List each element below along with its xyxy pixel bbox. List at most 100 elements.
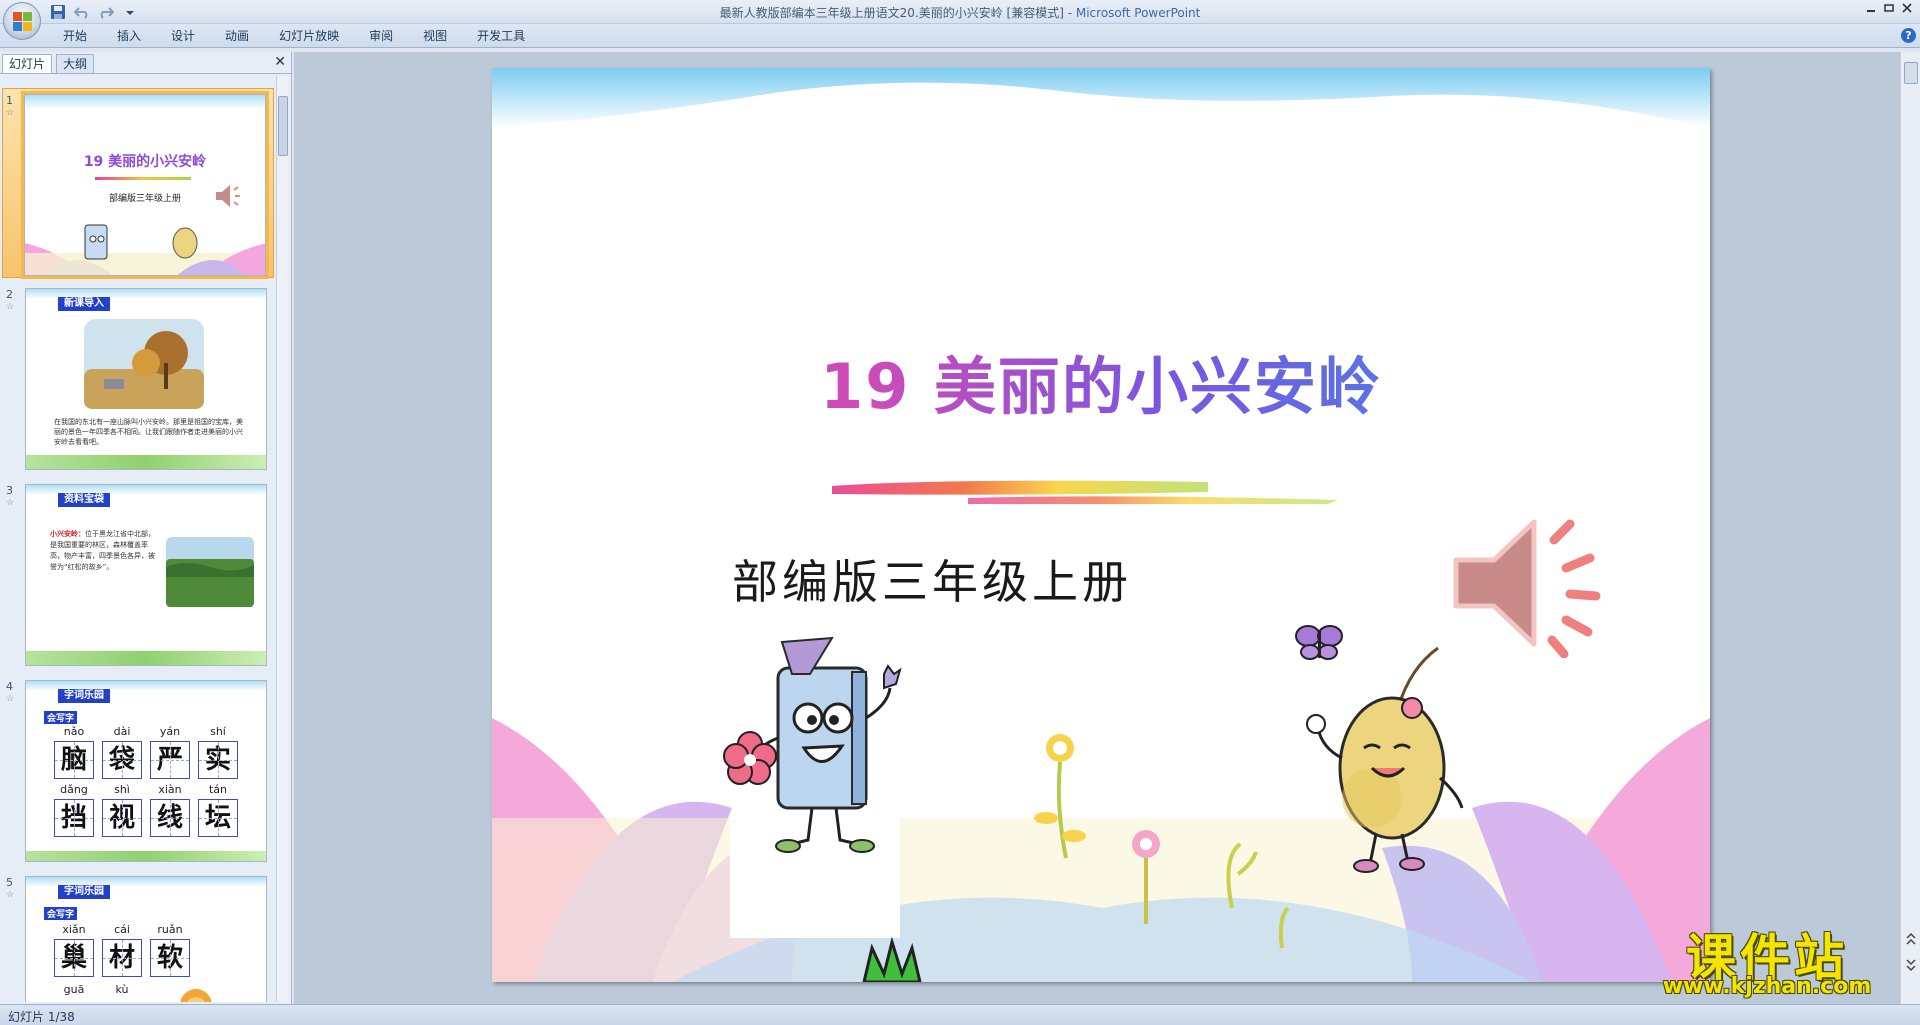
char-box: 挡 [54, 799, 94, 837]
thumb-tag: 会写字 [44, 907, 78, 920]
slide-counter: 幻灯片 1/38 [8, 1010, 75, 1024]
thumbnail-number: 5 [6, 876, 13, 889]
tab-design[interactable]: 设计 [156, 28, 210, 44]
char-box: 实 [198, 741, 238, 779]
pinyin-label: ruǎn [157, 923, 183, 936]
char-box: 脑 [54, 741, 94, 779]
title-separator: - [1063, 6, 1076, 20]
slide-editing-area: 19 美丽的小兴安岭 部编版三年级上册 [294, 52, 1900, 1004]
thumbnail-number: 2 [6, 288, 13, 301]
close-window-icon[interactable] [1900, 2, 1914, 14]
pinyin-label: shí [210, 725, 226, 738]
thumb-tag: 会写字 [44, 711, 78, 724]
window-controls [1864, 2, 1914, 14]
char-box: 线 [150, 799, 190, 837]
pinyin-label: yán [159, 725, 181, 738]
char-box: 袋 [102, 741, 142, 779]
tab-review[interactable]: 审阅 [354, 28, 408, 44]
office-button[interactable] [3, 2, 41, 40]
thumbnail-slide-2[interactable]: 新课导入 在我国的东北有一座山脉叫小兴安岭。那里是祖国的宝库，美丽的景色一年四季… [25, 288, 267, 470]
char-grid-row-2: 挡 视 线 坛 [54, 799, 238, 837]
pinyin-label: shì [114, 783, 130, 796]
landscape-painting [84, 319, 204, 409]
office-logo-icon [13, 12, 33, 32]
rainbow-brush-stroke [832, 480, 1338, 504]
thumbnail-number: 3 [6, 484, 13, 497]
thumb-header: 字词乐园 [58, 689, 110, 703]
slide-subtitle[interactable]: 部编版三年级上册 [492, 546, 1362, 612]
status-bar: 幻灯片 1/38 [0, 1004, 1920, 1025]
pinyin-label: guā [63, 983, 85, 996]
thumb-paragraph: 在我国的东北有一座山脉叫小兴安岭。那里是祖国的宝库，美丽的景色一年四季各不相同。… [54, 418, 243, 446]
slide-title[interactable]: 19 美丽的小兴安岭 [492, 336, 1710, 426]
pinyin-label: cái [114, 923, 130, 936]
thumbnail-slide-1[interactable]: 19 美丽的小兴安岭 部编版三年级上册 [21, 91, 269, 279]
tab-developer[interactable]: 开发工具 [462, 28, 540, 44]
tab-outline[interactable]: 大纲 [56, 54, 95, 73]
thumb-sky-band [25, 95, 265, 109]
previous-slide-icon[interactable] [1905, 932, 1917, 949]
thumb-header: 资料宝袋 [58, 493, 110, 507]
title-bar: 最新人教版部编本三年级上册语文20.美丽的小兴安岭 [兼容模式] - Micro… [0, 0, 1920, 24]
help-icon[interactable]: ? [1901, 28, 1916, 43]
thumbnail-slide-5[interactable]: 字词乐园 会写字 xiǎn cái ruǎn 巢 材 软 guā kù [25, 876, 267, 1002]
thumb-term: 小兴安岭： [50, 530, 85, 538]
pinyin-label: tán [208, 783, 228, 796]
char-box: 视 [102, 799, 142, 837]
char-box: 巢 [54, 939, 94, 977]
pane-tabs: 幻灯片 大纲 ✕ [0, 52, 292, 74]
minimize-icon[interactable] [1864, 2, 1878, 14]
grass-tuft [862, 936, 922, 982]
lion-clipart [180, 989, 212, 1002]
thumb-grass-band [26, 851, 266, 861]
current-slide[interactable]: 19 美丽的小兴安岭 部编版三年级上册 [492, 68, 1710, 982]
butterfly [1295, 625, 1343, 660]
animation-star-icon: ☆ [6, 302, 15, 312]
pinyin-label: dài [113, 725, 131, 738]
window-title: 最新人教版部编本三年级上册语文20.美丽的小兴安岭 [兼容模式] - Micro… [0, 4, 1920, 21]
next-slide-icon[interactable] [1905, 958, 1917, 975]
animation-star-icon: ☆ [6, 108, 15, 118]
char-box: 严 [150, 741, 190, 779]
tab-slide-show[interactable]: 幻灯片放映 [264, 28, 354, 44]
thumb-grass-band [26, 455, 266, 469]
thumb-header: 字词乐园 [58, 885, 110, 899]
tab-animations[interactable]: 动画 [210, 28, 264, 44]
thumb-bottom-art [25, 224, 265, 275]
pinyin-label: xiǎn [62, 923, 86, 936]
char-grid-row-1: 脑 袋 严 实 [54, 741, 238, 779]
char-box: 材 [102, 939, 142, 977]
close-icon[interactable]: ✕ [274, 54, 286, 70]
pink-flower [723, 731, 777, 785]
thumb-grass-band [26, 651, 266, 665]
thumbnail-scrollbar[interactable] [276, 76, 289, 1002]
thumb-title: 19 美丽的小兴安岭 [83, 154, 207, 170]
thumbnail-slide-4[interactable]: 字词乐园 会写字 nǎo dài yán shí 脑 袋 严 实 dǎng sh… [25, 680, 267, 862]
thumbnail-number: 1 [6, 94, 13, 107]
ribbon-tabs: 开始 插入 设计 动画 幻灯片放映 审阅 视图 开发工具 [48, 28, 540, 44]
pinyin-label: kù [115, 983, 129, 996]
thumbnail-number: 4 [6, 680, 13, 693]
scrollbar-thumb[interactable] [1904, 62, 1918, 84]
tab-slides[interactable]: 幻灯片 [2, 54, 53, 73]
char-box: 软 [150, 939, 190, 977]
tab-home[interactable]: 开始 [48, 28, 102, 44]
document-title: 最新人教版部编本三年级上册语文20.美丽的小兴安岭 [兼容模式] [719, 6, 1064, 20]
tab-view[interactable]: 视图 [408, 28, 462, 44]
site-watermark: 课件站 www.kjzhan.com [1642, 918, 1892, 1000]
tab-insert[interactable]: 插入 [102, 28, 156, 44]
animation-star-icon: ☆ [6, 498, 15, 508]
char-box: 坛 [198, 799, 238, 837]
sky-band [492, 68, 1710, 128]
ribbon-tab-bar: 开始 插入 设计 动画 幻灯片放映 审阅 视图 开发工具 ? [0, 24, 1920, 48]
pinyin-label: nǎo [63, 725, 85, 738]
thumbnail-slide-3[interactable]: 资料宝袋 小兴安岭：位于黑龙江省中北部，是我国重要的林区，森林覆盖率高，物产丰富… [25, 484, 267, 666]
slide-scrollbar[interactable] [1900, 52, 1920, 1004]
animation-star-icon: ☆ [6, 694, 15, 704]
pinyin-label: xiàn [158, 783, 182, 796]
app-name: Microsoft PowerPoint [1075, 6, 1201, 20]
speaker-icon [216, 185, 240, 207]
scrollbar-thumb[interactable] [278, 96, 288, 156]
thumbnail-list: 1 ☆ 19 美丽的小兴安岭 部编版三年级上册 2 ☆ 新课导入 在我国的东北有… [0, 76, 276, 1002]
restore-icon[interactable] [1882, 2, 1896, 14]
